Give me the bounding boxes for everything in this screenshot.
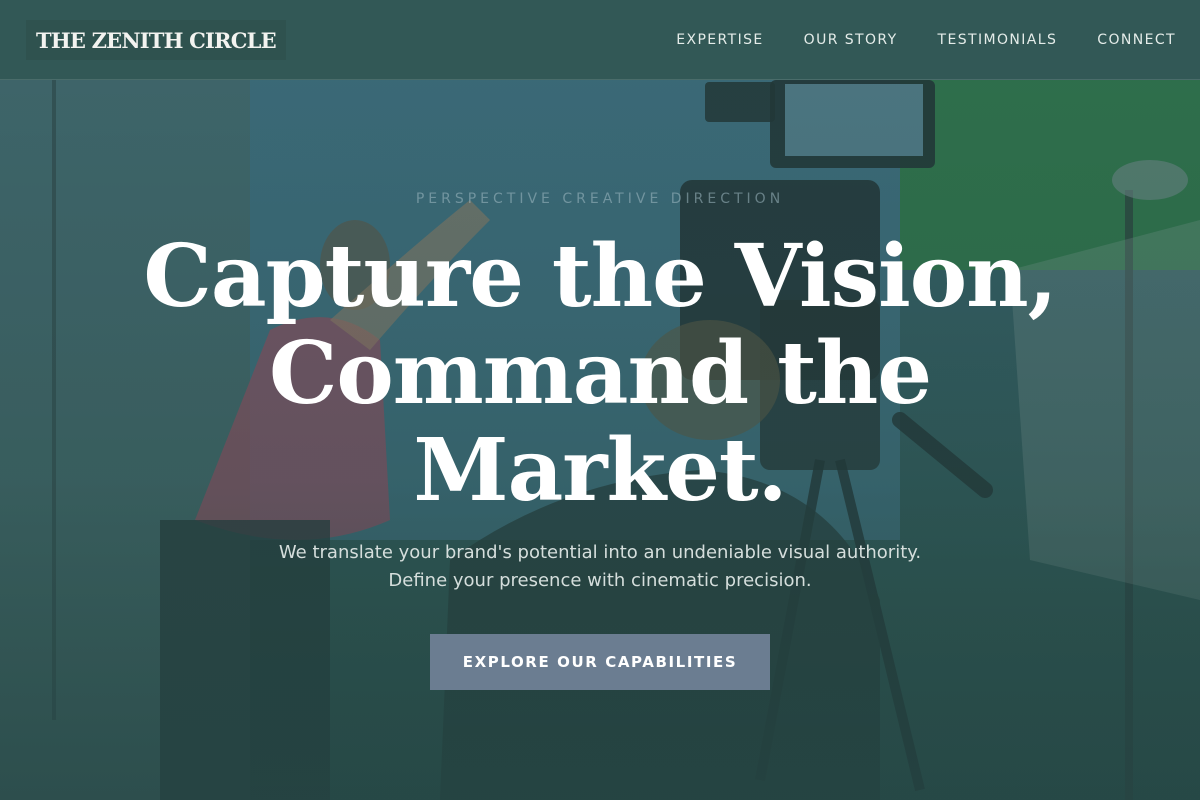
hero-section: PERSPECTIVE CREATIVE DIRECTION Capture t… [0, 80, 1200, 800]
nav-link-connect[interactable]: CONNECT [1097, 32, 1176, 48]
nav-link-expertise[interactable]: EXPERTISE [676, 32, 763, 48]
explore-capabilities-button[interactable]: EXPLORE OUR CAPABILITIES [430, 634, 770, 690]
hero-subtext-line-1: We translate your brand's potential into… [278, 542, 922, 563]
main-nav: EXPERTISE OUR STORY TESTIMONIALS CONNECT [636, 32, 1176, 48]
site-header: THE ZENITH CIRCLE EXPERTISE OUR STORY TE… [0, 0, 1200, 80]
brand-logo[interactable]: THE ZENITH CIRCLE [26, 19, 286, 60]
hero-subtext: We translate your brand's potential into… [150, 539, 1050, 595]
hero-subtext-line-2: Define your presence with cinematic prec… [388, 570, 812, 591]
hero-eyebrow: PERSPECTIVE CREATIVE DIRECTION [415, 191, 785, 207]
hero-headline: Capture the Vision, Command the Market. [143, 226, 1057, 521]
nav-link-our-story[interactable]: OUR STORY [804, 32, 898, 48]
nav-link-testimonials[interactable]: TESTIMONIALS [938, 32, 1058, 48]
